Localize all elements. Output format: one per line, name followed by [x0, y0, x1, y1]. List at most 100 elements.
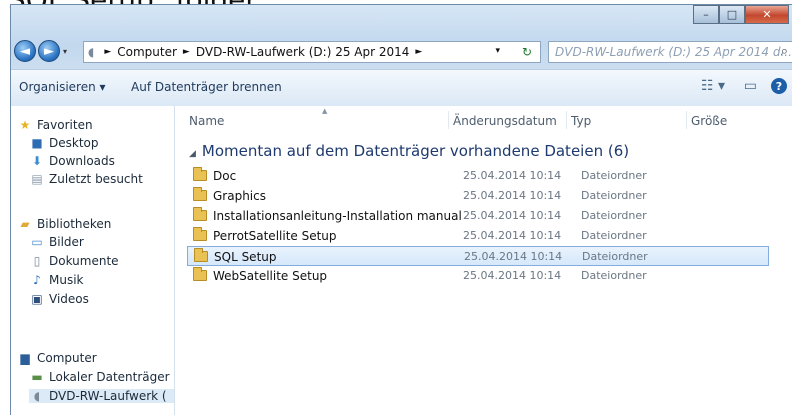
column-header-type[interactable]: Typ	[571, 114, 591, 128]
address-bar[interactable]: ◖ ► Computer ► DVD-RW-Laufwerk (D:) 25 A…	[83, 41, 541, 63]
libraries-icon: ▰	[20, 217, 30, 231]
folder-icon	[193, 187, 207, 201]
file-row[interactable]: Graphics 25.04.2014 10:14 Dateiordner	[187, 186, 769, 206]
sidebar-item-label: DVD-RW-Laufwerk (	[49, 389, 167, 403]
file-date: 25.04.2014 10:14	[463, 169, 562, 182]
sidebar-item-desktop[interactable]: ■ Desktop	[29, 136, 99, 150]
file-date: 25.04.2014 10:14	[463, 269, 562, 282]
file-name: WebSatellite Setup	[213, 269, 328, 283]
forward-button[interactable]: ►	[38, 40, 60, 62]
column-divider[interactable]	[448, 111, 449, 129]
drive-icon: ◖	[88, 45, 95, 59]
desktop-icon: ■	[31, 136, 43, 150]
title-bar: – □ ✕	[11, 5, 792, 33]
sidebar-item-label: Bibliotheken	[37, 217, 112, 231]
downloads-icon: ⬇	[31, 154, 43, 168]
navigation-pane: ★ Favoriten ■ Desktop ⬇ Downloads ▤ Zule…	[11, 106, 175, 415]
column-header-size[interactable]: Größe	[691, 114, 727, 128]
sidebar-item-label: Zuletzt besucht	[49, 172, 143, 186]
file-type: Dateiordner	[581, 229, 647, 242]
column-header-name[interactable]: Name	[189, 114, 224, 128]
file-name: PerrotSatellite Setup	[213, 229, 337, 243]
folder-icon	[193, 207, 207, 221]
file-name: SQL Setup	[214, 250, 277, 264]
column-header-date[interactable]: Änderungsdatum	[453, 114, 557, 128]
sidebar-item-favorites[interactable]: ★ Favoriten	[17, 118, 93, 132]
address-dropdown-icon[interactable]: ▾	[495, 46, 500, 56]
music-icon: ♪	[33, 273, 41, 287]
explorer-window: – □ ✕ ◄ ► ▾ ◖ ► Computer ► DVD-RW-Laufwe…	[10, 4, 792, 415]
crumb-separator[interactable]: ►	[183, 47, 190, 57]
search-input[interactable]: DVD-RW-Laufwerk (D:) 25 Apr 2014 d... ⌕	[548, 41, 792, 63]
refresh-icon[interactable]: ↻	[522, 45, 532, 59]
file-row[interactable]: Doc 25.04.2014 10:14 Dateiordner	[187, 166, 769, 186]
views-icon[interactable]: ☷ ▾	[701, 78, 725, 94]
file-type: Dateiordner	[581, 269, 647, 282]
help-icon[interactable]: ?	[771, 78, 787, 94]
search-placeholder: DVD-RW-Laufwerk (D:) 25 Apr 2014 d...	[555, 45, 792, 59]
file-name: Doc	[213, 169, 237, 183]
file-row[interactable]: Installationsanleitung-Installation manu…	[187, 206, 769, 226]
folder-icon	[193, 167, 207, 181]
file-list: ▲ Name Änderungsdatum Typ Größe ◢ Momenta…	[175, 106, 792, 415]
crumb-separator[interactable]: ►	[415, 47, 422, 57]
recent-pages-dropdown[interactable]: ▾	[63, 47, 67, 56]
sidebar-item-label: Musik	[49, 273, 84, 287]
breadcrumb-dvd-drive[interactable]: DVD-RW-Laufwerk (D:) 25 Apr 2014	[196, 45, 410, 59]
videos-icon: ▣	[31, 292, 43, 306]
sidebar-item-local-disk[interactable]: ▬ Lokaler Datenträger	[29, 370, 170, 384]
sidebar-item-label: Videos	[49, 292, 89, 306]
search-icon[interactable]: ⌕	[781, 44, 788, 59]
sidebar-item-videos[interactable]: ▣ Videos	[29, 292, 89, 306]
file-row[interactable]: WebSatellite Setup 25.04.2014 10:14 Date…	[187, 266, 769, 286]
file-name: Graphics	[213, 189, 266, 203]
group-title: Momentan auf dem Datenträger vorhandene …	[201, 142, 630, 160]
folder-icon	[193, 227, 207, 241]
sidebar-item-documents[interactable]: ▯ Dokumente	[29, 254, 119, 268]
minimize-button[interactable]: –	[693, 5, 719, 24]
sidebar-item-libraries[interactable]: ▰ Bibliotheken	[17, 217, 111, 231]
group-header[interactable]: ◢ Momentan auf dem Datenträger vorhandene…	[189, 142, 629, 160]
sidebar-item-label: Lokaler Datenträger	[49, 370, 170, 384]
file-date: 25.04.2014 10:14	[464, 250, 563, 263]
dvd-drive-icon: ◖	[33, 389, 41, 403]
sidebar-item-label: Bilder	[49, 235, 84, 249]
computer-icon: ▆	[20, 351, 30, 365]
sidebar-item-recent[interactable]: ▤ Zuletzt besucht	[29, 172, 143, 186]
folder-icon	[193, 267, 207, 281]
folder-icon	[194, 248, 208, 262]
crumb-separator[interactable]: ►	[104, 47, 111, 57]
pictures-icon: ▭	[31, 235, 43, 249]
local-disk-icon: ▬	[31, 370, 43, 384]
sidebar-item-label: Computer	[37, 351, 97, 365]
column-divider[interactable]	[686, 111, 687, 129]
collapse-icon[interactable]: ◢	[189, 149, 196, 159]
column-divider[interactable]	[566, 111, 567, 129]
breadcrumb-computer[interactable]: Computer	[117, 45, 177, 59]
sidebar-item-downloads[interactable]: ⬇ Downloads	[29, 154, 115, 168]
sort-indicator-icon: ▲	[322, 107, 328, 115]
back-button[interactable]: ◄	[14, 40, 36, 62]
file-type: Dateiordner	[581, 169, 647, 182]
sidebar-item-label: Dokumente	[49, 254, 119, 268]
sidebar-item-music[interactable]: ♪ Musik	[29, 273, 84, 287]
navigation-bar: ◄ ► ▾ ◖ ► Computer ► DVD-RW-Laufwerk (D:…	[11, 36, 792, 66]
organize-button[interactable]: Organisieren ▾	[19, 80, 106, 94]
documents-icon: ▯	[33, 254, 41, 268]
sidebar-item-dvd-drive[interactable]: ◖ DVD-RW-Laufwerk (	[29, 389, 174, 403]
sidebar-item-label: Favoriten	[37, 118, 93, 132]
preview-pane-icon[interactable]: ▭	[744, 78, 757, 94]
sidebar-item-computer[interactable]: ▆ Computer	[17, 351, 97, 365]
file-name: Installationsanleitung-Installation manu…	[213, 209, 462, 223]
close-button[interactable]: ✕	[745, 5, 789, 24]
burn-to-disc-button[interactable]: Auf Datenträger brennen	[131, 80, 282, 94]
file-date: 25.04.2014 10:14	[463, 229, 562, 242]
file-type: Dateiordner	[581, 189, 647, 202]
file-row[interactable]: PerrotSatellite Setup 25.04.2014 10:14 D…	[187, 226, 769, 246]
file-row-selected[interactable]: SQL Setup 25.04.2014 10:14 Dateiordner	[187, 246, 769, 266]
sidebar-item-label: Desktop	[49, 136, 99, 150]
recent-places-icon: ▤	[31, 172, 43, 186]
maximize-button[interactable]: □	[719, 5, 745, 24]
sidebar-item-pictures[interactable]: ▭ Bilder	[29, 235, 84, 249]
file-date: 25.04.2014 10:14	[463, 209, 562, 222]
